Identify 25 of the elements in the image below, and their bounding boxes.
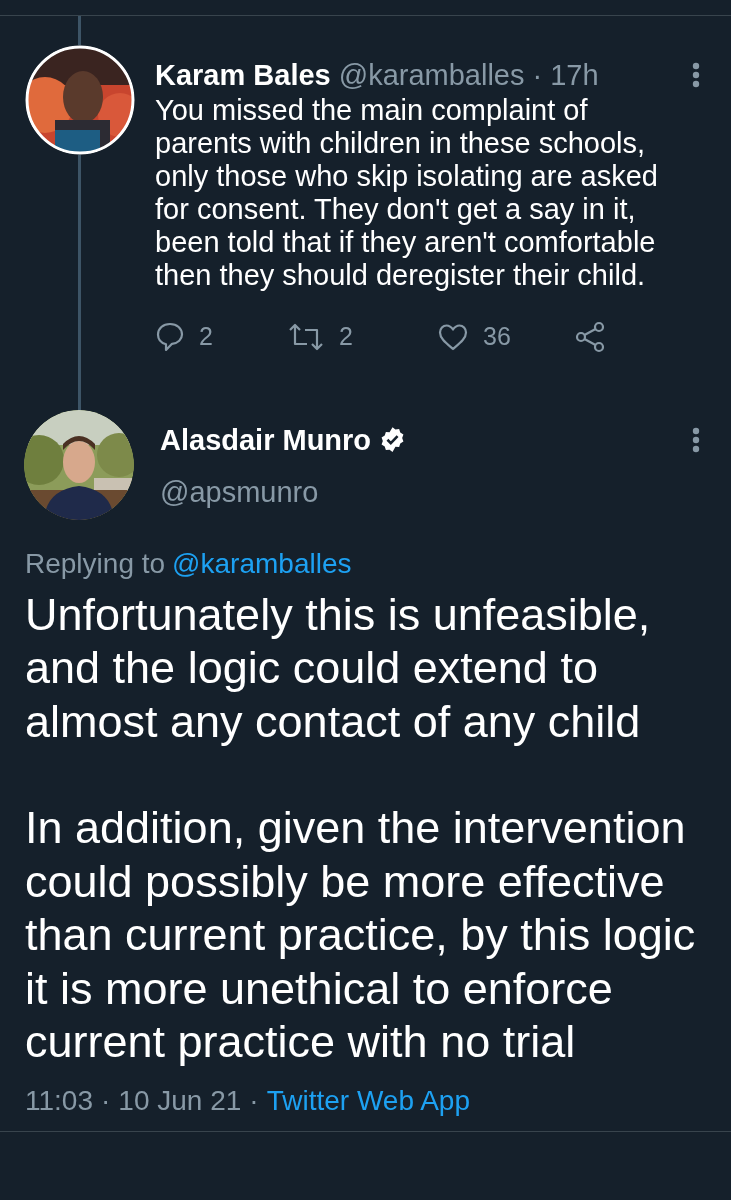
tweet-date: 10 Jun 21: [118, 1084, 242, 1117]
tweet-time: 11:03: [25, 1084, 93, 1117]
mention-link[interactable]: @karamballes: [172, 547, 352, 580]
retweet-icon[interactable]: [287, 321, 325, 352]
tweet-text: In addition, given the intervention could possibly be more effective than current practice, by this logic it is more unethical to enforce current practice with no trial: [25, 801, 697, 1069]
reply-count: 2: [199, 321, 213, 352]
replying-label: Replying to: [25, 547, 166, 580]
tweet-time: 17h: [550, 58, 599, 92]
tweet-text: You missed the main complaint of parents with children in these schools, only those who skip isolating are asked for consent. They don't get a say in it, been told that if they aren't comfortable then they should deregister their child.: [155, 94, 659, 292]
separator-dot: ·: [101, 1084, 111, 1117]
more-icon[interactable]: [691, 62, 701, 88]
retweet-count: 2: [339, 321, 353, 352]
user-name[interactable]: Alasdair Munro: [160, 423, 372, 456]
heart-icon[interactable]: [437, 321, 469, 352]
user-name[interactable]: Karam Bales: [155, 58, 331, 92]
share-icon[interactable]: [575, 320, 607, 353]
separator-dot: ·: [249, 1084, 259, 1117]
source-link[interactable]: Twitter Web App: [266, 1084, 470, 1117]
more-icon[interactable]: [691, 426, 701, 453]
comment-icon[interactable]: [155, 320, 185, 353]
separator-dot: ·: [532, 58, 543, 92]
like-count: 36: [483, 321, 511, 352]
user-handle[interactable]: @apsmunro: [160, 475, 701, 508]
user-handle[interactable]: @karamballes: [338, 58, 525, 92]
tweet-text: Unfortunately this is unfeasible, and the logic could extend to almost any contact of any child: [25, 587, 652, 748]
